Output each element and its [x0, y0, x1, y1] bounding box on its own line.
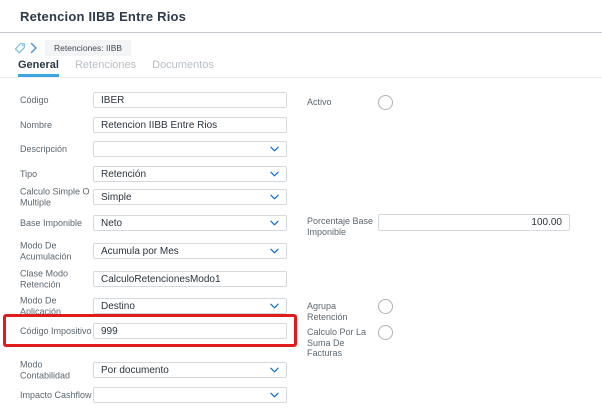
field-row-modo-contabilidad: Modo Contabilidad Por documento	[0, 362, 602, 378]
field-label: Clase Modo Retención	[20, 269, 90, 290]
modo-contabilidad-select[interactable]: Por documento	[93, 362, 287, 378]
field-row-modo-de-acumulacion: Modo De Acumulación Acumula por Mes	[0, 243, 602, 259]
chevron-down-icon	[270, 367, 279, 373]
field-row-nombre: Nombre	[0, 117, 602, 133]
field-row-impacto-cashflow: Impacto Cashflow	[0, 387, 602, 403]
field-label: Calculo Simple O Multiple	[20, 187, 90, 208]
field-label: Modo De Acumulación	[20, 241, 90, 262]
field-row-clase-modo-retencion: Clase Modo Retención	[0, 271, 602, 287]
field-label: Tipo	[20, 169, 37, 180]
field-label: Nombre	[20, 120, 52, 131]
agrupa-retencion-radio[interactable]	[378, 299, 393, 314]
field-row-tipo: Tipo Retención	[0, 166, 602, 182]
descripcion-select[interactable]	[93, 141, 287, 157]
field-row-agrupa-retencion: Agrupa Retención	[0, 299, 602, 315]
porcentaje-base-imponible-input[interactable]	[378, 214, 570, 231]
field-row-porcentaje-base-imponible: Porcentaje Base Imponible	[0, 214, 602, 230]
field-row-calculo-simple-o-multiple: Calculo Simple O Multiple Simple	[0, 189, 602, 205]
chevron-down-icon	[270, 146, 279, 152]
field-row-activo: Activo	[0, 95, 602, 111]
field-label: Descripción	[20, 144, 67, 155]
chevron-down-icon	[270, 392, 279, 398]
nombre-input[interactable]	[93, 117, 287, 133]
field-label: Porcentaje Base Imponible	[307, 216, 377, 237]
chevron-down-icon	[270, 248, 279, 254]
field-row-descripcion: Descripción	[0, 141, 602, 157]
general-form: CódigoNombreDescripciónTipoRetenciónCalc…	[0, 0, 602, 408]
field-label: Modo Contabilidad	[20, 360, 90, 381]
calculo-simple-o-multiple-select[interactable]: Simple	[93, 189, 287, 205]
impacto-cashflow-select[interactable]	[93, 387, 287, 403]
field-label: Activo	[307, 97, 332, 108]
tipo-select[interactable]: Retención	[93, 166, 287, 182]
field-row-calculo-por-la-suma-de-facturas: Calculo Por La Suma De Facturas	[0, 325, 602, 341]
select-value: Por documento	[101, 365, 169, 376]
select-value: Retención	[101, 169, 146, 180]
activo-radio[interactable]	[378, 95, 393, 110]
calculo-por-la-suma-de-facturas-radio[interactable]	[378, 325, 393, 340]
select-value: Acumula por Mes	[101, 246, 179, 257]
clase-modo-retencion-input[interactable]	[93, 271, 287, 287]
field-label: Impacto Cashflow	[20, 390, 92, 401]
chevron-down-icon	[270, 194, 279, 200]
select-value: Simple	[101, 192, 132, 203]
app-window: Retencion IIBB Entre Rios Retenciones: I…	[0, 0, 602, 408]
modo-de-acumulacion-select[interactable]: Acumula por Mes	[93, 243, 287, 259]
field-label: Calculo Por La Suma De Facturas	[307, 327, 377, 359]
field-label: Agrupa Retención	[307, 301, 377, 322]
chevron-down-icon	[270, 171, 279, 177]
